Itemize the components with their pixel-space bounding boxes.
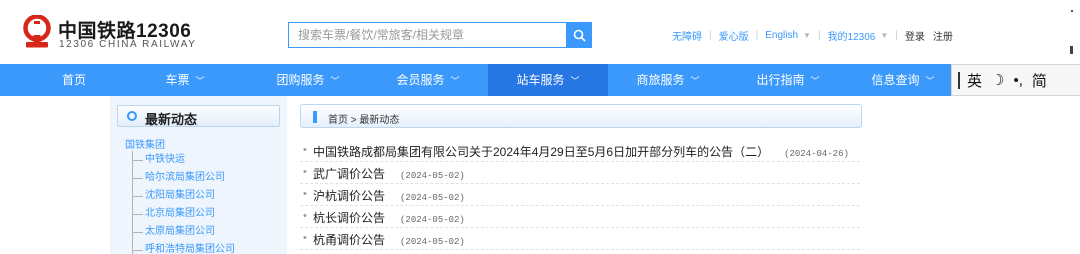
- ime-punctuation-icon[interactable]: •,: [1013, 72, 1022, 89]
- breadcrumb: 首页 > 最新动态: [300, 104, 862, 128]
- login-link[interactable]: 登录: [905, 28, 925, 43]
- site-header: 中国铁路12306 12306 CHINA RAILWAY 无障碍 | 爱心版 …: [0, 0, 1080, 64]
- sidebar-item[interactable]: 北京局集团公司: [132, 205, 282, 225]
- bullet-icon: •: [303, 188, 307, 200]
- breadcrumb-current: 最新动态: [359, 115, 400, 126]
- news-link[interactable]: 杭甬调价公告 (2024-05-02): [313, 231, 465, 248]
- nav-item-label: 首页: [61, 73, 86, 87]
- breadcrumb-marker: [313, 111, 317, 123]
- breadcrumb-trail: 首页 > 最新动态: [328, 111, 399, 126]
- sidebar-title-box: 最新动态: [117, 105, 280, 127]
- chevron-down-icon: ﹀: [570, 76, 580, 86]
- ime-moon-icon[interactable]: ☽: [991, 71, 1004, 89]
- sidebar-item[interactable]: 沈阳局集团公司: [132, 187, 282, 207]
- sidebar-title: 最新动态: [145, 112, 198, 127]
- breadcrumb-home-link[interactable]: 首页: [328, 115, 348, 126]
- nav-item-member-services[interactable]: 会员服务 ﹀: [368, 64, 488, 96]
- ime-simplified-toggle[interactable]: 简: [1032, 70, 1047, 91]
- my12306-menu[interactable]: 我的12306: [828, 28, 876, 43]
- nav-item-info-query[interactable]: 信息查询 ﹀: [848, 64, 958, 96]
- sidebar-tree: 中铁快运 哈尔滨局集团公司 沈阳局集团公司 北京局集团公司 太原局集团公司 呼和…: [132, 151, 282, 254]
- search-input[interactable]: [288, 22, 566, 48]
- accessibility-link[interactable]: 无障碍: [672, 28, 702, 43]
- circle-bullet-icon: [127, 111, 137, 121]
- chevron-down-icon: ﹀: [195, 76, 205, 86]
- news-title: 杭长调价公告: [313, 211, 386, 225]
- list-item: • 杭甬调价公告 (2024-05-02): [300, 228, 860, 250]
- ime-toolbar[interactable]: 英 ☽ •, 简: [951, 64, 1080, 96]
- ime-language-toggle[interactable]: 英: [967, 70, 982, 91]
- search-button[interactable]: [566, 22, 592, 48]
- nav-item-label: 站车服务: [516, 73, 565, 87]
- logo-subtitle: 12306 CHINA RAILWAY: [59, 39, 197, 50]
- nav-item-label: 会员服务: [396, 73, 445, 87]
- nav-item-label: 信息查询: [871, 73, 920, 87]
- news-date: (2024-05-02): [400, 237, 465, 247]
- nav-item-label: 商旅服务: [636, 73, 685, 87]
- bullet-icon: •: [303, 166, 307, 178]
- separator: |: [709, 29, 712, 41]
- news-title: 武广调价公告: [313, 167, 386, 181]
- ime-handle-icon[interactable]: [958, 71, 960, 89]
- separator: |: [895, 29, 898, 41]
- sidebar-item[interactable]: 呼和浩特局集团公司: [132, 241, 282, 254]
- nav-item-label: 出行指南: [756, 73, 805, 87]
- search-box: [288, 22, 592, 48]
- chevron-down-icon: ﹀: [925, 76, 935, 86]
- window-edge-marker: [1071, 10, 1073, 12]
- nav-item-tickets[interactable]: 车票 ﹀: [125, 64, 245, 96]
- china-railway-logo-icon: [23, 15, 51, 48]
- bullet-icon: •: [303, 144, 307, 156]
- news-date: (2024-05-02): [400, 171, 465, 181]
- nav-item-station-services[interactable]: 站车服务 ﹀: [488, 64, 608, 96]
- separator: |: [817, 29, 821, 41]
- main-nav: 首页 车票 ﹀ 团购服务 ﹀ 会员服务 ﹀ 站车服务 ﹀ 商旅服务 ﹀ 出行指南 ﹀ 信息查…: [0, 64, 1080, 96]
- sidebar-item[interactable]: 哈尔滨局集团公司: [132, 169, 282, 189]
- chevron-down-icon: ▼: [880, 30, 889, 40]
- chevron-down-icon: ﹀: [330, 76, 340, 86]
- news-date: (2024-05-02): [400, 193, 465, 203]
- list-item: • 中国铁路成都局集团有限公司关于2024年4月29日至5月6日加开部分列车的公…: [300, 140, 860, 162]
- caring-version-link[interactable]: 爱心版: [719, 28, 749, 43]
- window-edge-marker: [1070, 46, 1073, 54]
- news-link[interactable]: 武广调价公告 (2024-05-02): [313, 165, 465, 182]
- nav-item-label: 车票: [165, 73, 190, 87]
- breadcrumb-separator: >: [350, 115, 357, 126]
- sidebar-item[interactable]: 中铁快运: [132, 151, 282, 171]
- news-title: 沪杭调价公告: [313, 189, 386, 203]
- news-date: (2024-05-02): [400, 215, 465, 225]
- bullet-icon: •: [303, 210, 307, 222]
- list-item: • 沪杭调价公告 (2024-05-02): [300, 184, 860, 206]
- news-date: (2024-04-26): [784, 149, 849, 159]
- news-list: • 中国铁路成都局集团有限公司关于2024年4月29日至5月6日加开部分列车的公…: [300, 140, 860, 250]
- news-title: 中国铁路成都局集团有限公司关于2024年4月29日至5月6日加开部分列车的公告（…: [313, 145, 770, 159]
- sidebar-item[interactable]: 太原局集团公司: [132, 223, 282, 243]
- search-icon: [573, 29, 586, 42]
- nav-item-label: 团购服务: [276, 73, 325, 87]
- news-link[interactable]: 中国铁路成都局集团有限公司关于2024年4月29日至5月6日加开部分列车的公告（…: [313, 143, 849, 160]
- bullet-icon: •: [303, 232, 307, 244]
- nav-item-group-buying[interactable]: 团购服务 ﹀: [248, 64, 368, 96]
- list-item: • 武广调价公告 (2024-05-02): [300, 162, 860, 184]
- chevron-down-icon: ﹀: [450, 76, 460, 86]
- chevron-down-icon: ▼: [803, 30, 811, 40]
- chevron-down-icon: ﹀: [810, 76, 820, 86]
- news-link[interactable]: 沪杭调价公告 (2024-05-02): [313, 187, 465, 204]
- news-link[interactable]: 杭长调价公告 (2024-05-02): [313, 209, 465, 226]
- sidebar: 最新动态 国铁集团 中铁快运 哈尔滨局集团公司 沈阳局集团公司 北京局集团公司 …: [110, 96, 287, 254]
- news-title: 杭甬调价公告: [313, 233, 386, 247]
- top-links: 无障碍 | 爱心版 | English ▼ | 我的12306 ▼ | 登录 注…: [672, 28, 953, 43]
- separator: |: [755, 29, 759, 41]
- list-item: • 杭长调价公告 (2024-05-02): [300, 206, 860, 228]
- chevron-down-icon: ﹀: [690, 76, 700, 86]
- sidebar-group-link[interactable]: 国铁集团: [125, 136, 165, 151]
- nav-item-travel-guide[interactable]: 出行指南 ﹀: [728, 64, 848, 96]
- language-selector[interactable]: English: [765, 30, 798, 41]
- register-link[interactable]: 注册: [933, 28, 953, 43]
- nav-item-business-travel[interactable]: 商旅服务 ﹀: [608, 64, 728, 96]
